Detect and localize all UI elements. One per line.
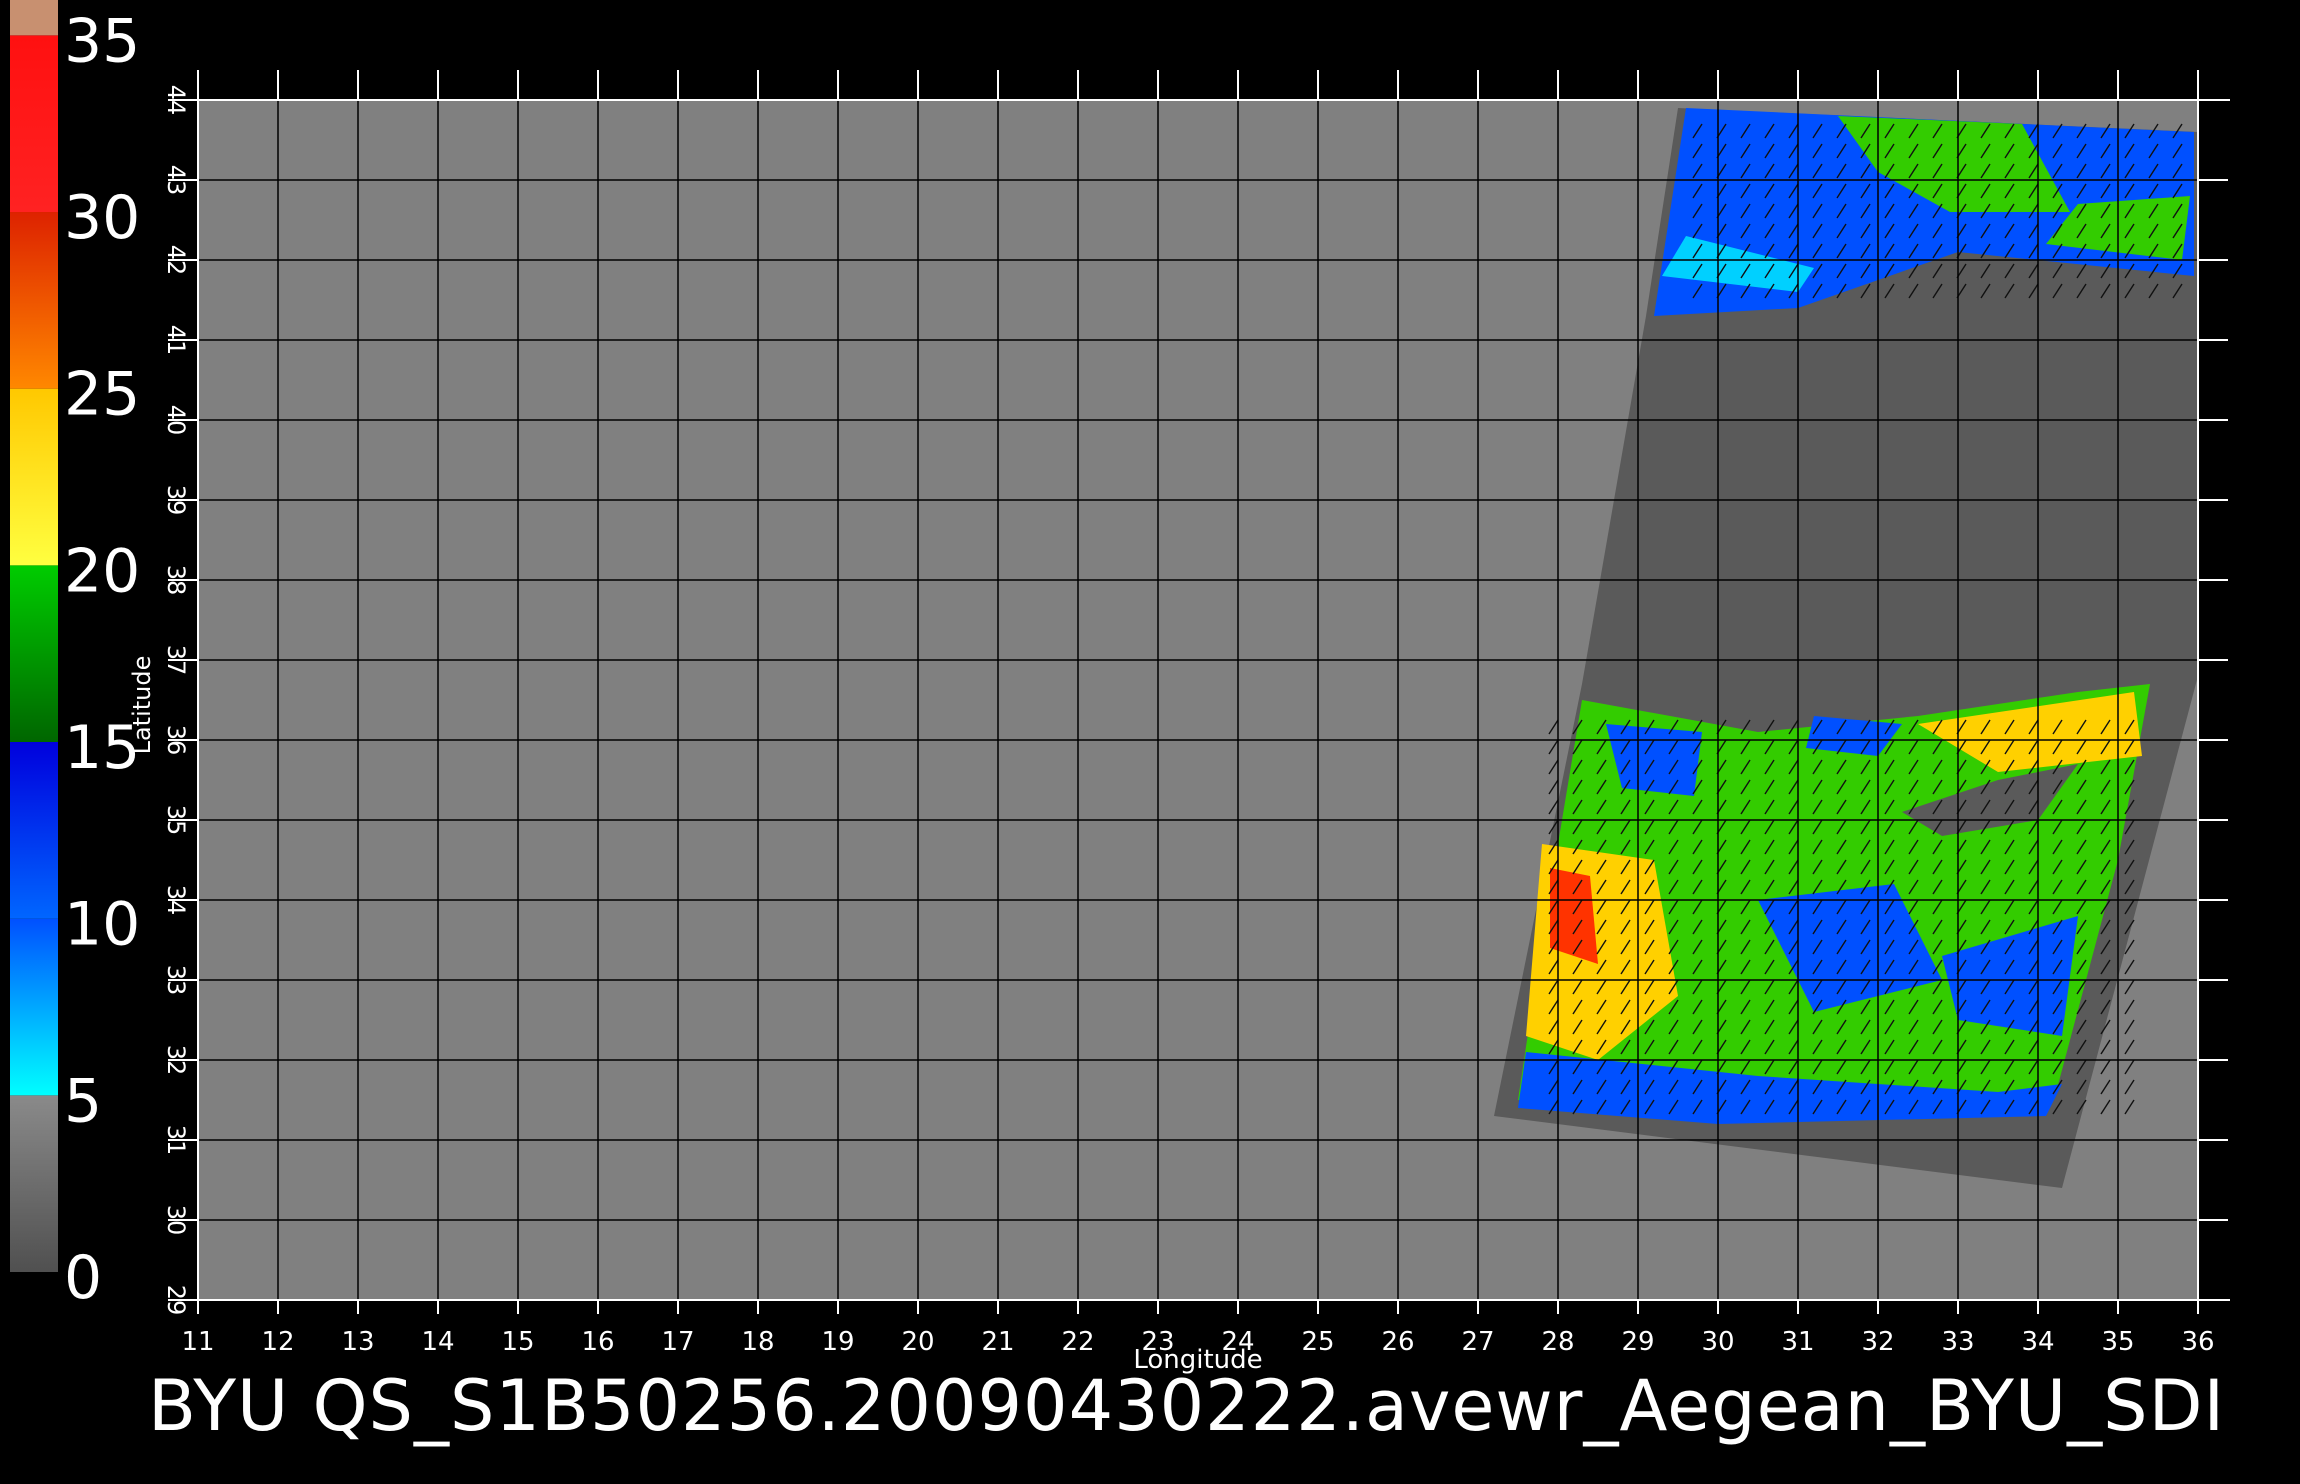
- x-tick-label: 32: [1861, 1327, 1894, 1357]
- y-tick-label: 32: [162, 1045, 190, 1076]
- colorbar-segment: [10, 918, 58, 1096]
- scatterometer-wind-map: 0 5 10 15 20 25 30 35 11 12 13 14 15 16 17 18 19 20 21 22 2…: [0, 0, 2300, 1480]
- y-tick-label: 44: [162, 85, 190, 116]
- y-tick-label: 43: [162, 165, 190, 196]
- colorbar-tick-label: 0: [64, 1243, 102, 1313]
- x-tick-label: 26: [1381, 1327, 1414, 1357]
- colorbar-segment: [10, 1095, 58, 1272]
- x-tick-label: 21: [981, 1327, 1014, 1357]
- colorbar-segment: [10, 565, 58, 742]
- y-tick-label: 38: [162, 565, 190, 596]
- x-tick-label: 12: [261, 1327, 294, 1357]
- y-tick-label: 29: [162, 1285, 190, 1316]
- image-caption: BYU QS_S1B50256.20090430222.avewr_Aegean…: [148, 1365, 2226, 1447]
- y-tick-label: 31: [162, 1125, 190, 1156]
- map-figure: 05101520253035 11 12 13 14 15 16 17 18 19 20 21 22 2…: [10, 0, 2230, 1375]
- x-tick-label: 36: [2181, 1327, 2214, 1357]
- x-tick-label: 11: [181, 1327, 214, 1357]
- colorbar-segment: [10, 35, 58, 213]
- colorbar: [10, 0, 58, 1272]
- x-tick-label: 17: [661, 1327, 694, 1357]
- x-tick-label: 34: [2021, 1327, 2054, 1357]
- colorbar-segment: [10, 388, 58, 566]
- x-tick-label: 22: [1061, 1327, 1094, 1357]
- x-tick-label: 20: [901, 1327, 934, 1357]
- colorbar-tick-label: 30: [64, 183, 140, 253]
- x-tick-label: 19: [821, 1327, 854, 1357]
- x-tick-label: 28: [1541, 1327, 1574, 1357]
- x-tick-label: 33: [1941, 1327, 1974, 1357]
- colorbar-segment: [10, 212, 58, 389]
- y-tick-label: 39: [162, 485, 190, 516]
- y-tick-label: 40: [162, 405, 190, 436]
- colorbar-tick-label: 35: [64, 6, 140, 76]
- y-tick-label: 35: [162, 805, 190, 836]
- x-tick-label: 31: [1781, 1327, 1814, 1357]
- x-tick-label: 15: [501, 1327, 534, 1357]
- x-tick-label: 13: [341, 1327, 374, 1357]
- y-tick-label: 33: [162, 965, 190, 996]
- x-tick-label: 16: [581, 1327, 614, 1357]
- y-tick-label: 42: [162, 245, 190, 276]
- x-tick-label: 29: [1621, 1327, 1654, 1357]
- colorbar-tick-label: 5: [64, 1066, 102, 1136]
- x-tick-label: 18: [741, 1327, 774, 1357]
- x-tick-label: 35: [2101, 1327, 2134, 1357]
- y-tick-label: 34: [162, 885, 190, 916]
- colorbar-segment: [10, 742, 58, 919]
- x-tick-label: 14: [421, 1327, 454, 1357]
- x-tick-label: 27: [1461, 1327, 1494, 1357]
- y-axis-label: Latitude: [128, 656, 156, 755]
- x-tick-label: 25: [1301, 1327, 1334, 1357]
- y-tick-label: 30: [162, 1205, 190, 1236]
- colorbar-tick-label: 20: [64, 536, 140, 606]
- colorbar-tick-label: 25: [64, 360, 140, 430]
- colorbar-segment: [10, 0, 58, 36]
- colorbar-tick-label: 10: [64, 890, 140, 960]
- y-tick-label: 37: [162, 645, 190, 676]
- y-tick-label: 36: [162, 725, 190, 756]
- y-tick-label: 41: [162, 325, 190, 356]
- x-tick-label: 30: [1701, 1327, 1734, 1357]
